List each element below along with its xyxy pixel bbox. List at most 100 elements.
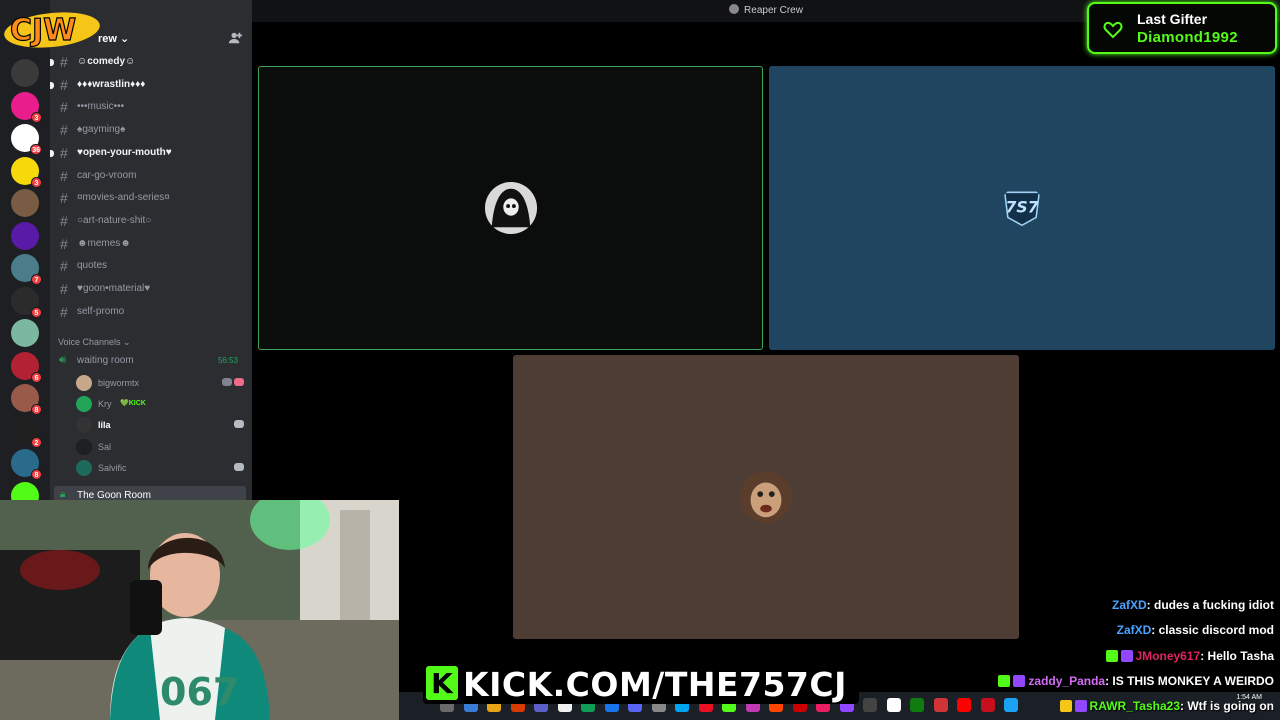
server-icon[interactable]: 8 — [11, 449, 42, 480]
757-avatar: 7S7 — [1003, 191, 1041, 227]
avatar — [76, 459, 92, 476]
chat-badge-icon — [998, 674, 1011, 687]
channel-label: ¤movies-and-series¤ — [77, 192, 170, 204]
kick-logo-icon: K — [426, 666, 458, 700]
reaper-crew-icon — [729, 4, 740, 14]
chat-badge-icon — [1013, 674, 1026, 687]
kick-url: KICK.COM/THE757CJ — [463, 665, 847, 704]
webcam-scene: 067 — [0, 500, 399, 720]
server-icon[interactable] — [11, 319, 39, 347]
text-channel[interactable]: # ♥open-your-mouth♥ — [50, 142, 248, 164]
mention-badge: 8 — [31, 469, 42, 480]
server-icon[interactable] — [11, 59, 39, 87]
voice-user[interactable]: lila — [76, 415, 248, 435]
voice-user-name: lila — [98, 420, 111, 431]
mention-badge: 8 — [31, 404, 42, 415]
server-icon[interactable]: 3 — [11, 156, 42, 188]
taskbar-app-icon[interactable] — [1004, 698, 1018, 712]
channel-label: •••music••• — [77, 101, 125, 113]
last-gifter-label: Last Gifter — [1137, 11, 1208, 27]
chat-username[interactable]: zaddy_Panda — [1028, 674, 1105, 688]
text-channel[interactable]: # •••music••• — [54, 96, 248, 118]
speaker-icon: 🔊︎ — [59, 354, 66, 366]
chat-username[interactable]: RAWR_Tasha23 — [1090, 699, 1180, 713]
hash-icon: # — [60, 122, 68, 139]
text-channel[interactable]: # ○art-nature-shit○ — [54, 210, 248, 232]
mention-badge: 2 — [31, 436, 42, 448]
kick-banner: K KICK.COM/THE757CJ — [423, 662, 859, 704]
unread-indicator — [50, 149, 54, 157]
voice-channel-label: The Goon Room — [77, 490, 151, 500]
text-channel[interactable]: # self-promo — [54, 301, 248, 323]
chat-message: zaddy_Panda: IS THIS MONKEY A WEIRDO — [998, 674, 1274, 688]
add-member-icon[interactable] — [228, 31, 242, 45]
chat-message: JMoney617: Hello Tasha — [1105, 648, 1274, 663]
channel-label: ♥goon•material♥ — [77, 283, 151, 294]
server-icon[interactable]: 5 — [11, 286, 42, 318]
hash-icon: # — [60, 144, 68, 161]
text-channel[interactable]: # ☺comedy☺ — [50, 51, 248, 73]
voice-user[interactable]: Kry 💚KICK — [76, 394, 248, 414]
server-icon[interactable]: 36 — [11, 124, 42, 155]
text-channel[interactable]: # car-go-vroom — [54, 165, 248, 187]
voice-channel-goon-room[interactable]: 🔒︎ The Goon Room — [54, 486, 246, 500]
voice-user-name: Salvific — [98, 462, 127, 473]
avatar — [76, 375, 92, 391]
server-icon[interactable] — [11, 221, 39, 250]
server-icon[interactable]: 3 — [11, 91, 42, 123]
chat-text: : classic discord mod — [1151, 623, 1274, 638]
chat-text: : dudes a fucking idiot — [1146, 598, 1274, 612]
voice-channel-waiting-room[interactable]: 🔊︎ waiting room 56:53 — [54, 352, 248, 370]
channel-label: ☻memes☻ — [77, 237, 131, 249]
chat-username[interactable]: JMoney617 — [1136, 649, 1201, 663]
channel-label: ♦♦♦wrastlin♦♦♦ — [77, 78, 146, 90]
voice-channel-time: 56:53 — [217, 356, 238, 365]
server-icon[interactable]: 2 — [11, 416, 42, 448]
text-channel[interactable]: # ☻memes☻ — [54, 233, 248, 255]
taskbar-app-icon[interactable] — [910, 698, 924, 712]
monkey-avatar — [739, 470, 793, 524]
voice-category[interactable]: Voice Channels ⌄ — [58, 337, 131, 348]
channel-label: self-promo — [77, 305, 125, 317]
text-channel[interactable]: # ¤movies-and-series¤ — [54, 187, 248, 209]
avatar — [76, 396, 92, 413]
hash-icon: # — [60, 99, 68, 116]
taskbar-app-icon[interactable] — [863, 698, 877, 712]
svg-text:CJW: CJW — [10, 13, 76, 48]
chat-username[interactable]: ZafXD — [1112, 598, 1147, 612]
taskbar-app-icon[interactable] — [933, 698, 948, 712]
taskbar-app-icon[interactable] — [980, 698, 995, 712]
chat-text: : Hello Tasha — [1200, 648, 1274, 663]
svg-text:067: 067 — [160, 670, 239, 714]
voice-user[interactable]: bigwormtx — [76, 373, 248, 393]
text-channel[interactable]: # ♠gayming♠ — [54, 119, 248, 141]
hash-icon: # — [60, 212, 68, 229]
voice-user[interactable]: Sal — [76, 437, 248, 457]
chat-badge-icon — [1074, 700, 1087, 713]
voice-user[interactable]: Salvific — [76, 458, 248, 478]
server-icon[interactable]: 8 — [11, 384, 42, 415]
video-tile-monkey[interactable] — [513, 355, 1019, 639]
lock-icon: 🔒︎ — [60, 489, 66, 500]
chat-username[interactable]: ZafXD — [1117, 623, 1152, 637]
last-gifter-panel: Last Gifter Diamond1992 — [1087, 2, 1277, 54]
status-icon — [234, 378, 244, 386]
last-gifter-name: Diamond1992 — [1137, 29, 1238, 46]
taskbar-app-icon[interactable] — [886, 698, 901, 712]
server-icon[interactable]: 7 — [11, 254, 42, 285]
text-channel[interactable]: # ♥goon•material♥ — [54, 278, 248, 300]
server-icon[interactable]: 6 — [11, 351, 42, 383]
reaper-avatar — [484, 181, 537, 235]
hash-icon: # — [60, 235, 68, 252]
video-tile-reaper[interactable] — [258, 66, 763, 350]
text-channel[interactable]: # quotes — [54, 255, 248, 277]
webcam-feed: 067 — [0, 500, 399, 720]
cjw-logo: CJW — [4, 12, 100, 49]
text-channel[interactable]: # ♦♦♦wrastlin♦♦♦ — [50, 74, 248, 96]
server-icon[interactable] — [11, 189, 39, 217]
video-tile-757[interactable]: 7S7 — [769, 66, 1275, 350]
mention-badge: 6 — [31, 371, 42, 383]
voice-user-name: Kry — [98, 399, 112, 410]
voice-user-tag: 💚KICK — [120, 400, 146, 408]
taskbar-app-icon[interactable] — [957, 698, 971, 712]
